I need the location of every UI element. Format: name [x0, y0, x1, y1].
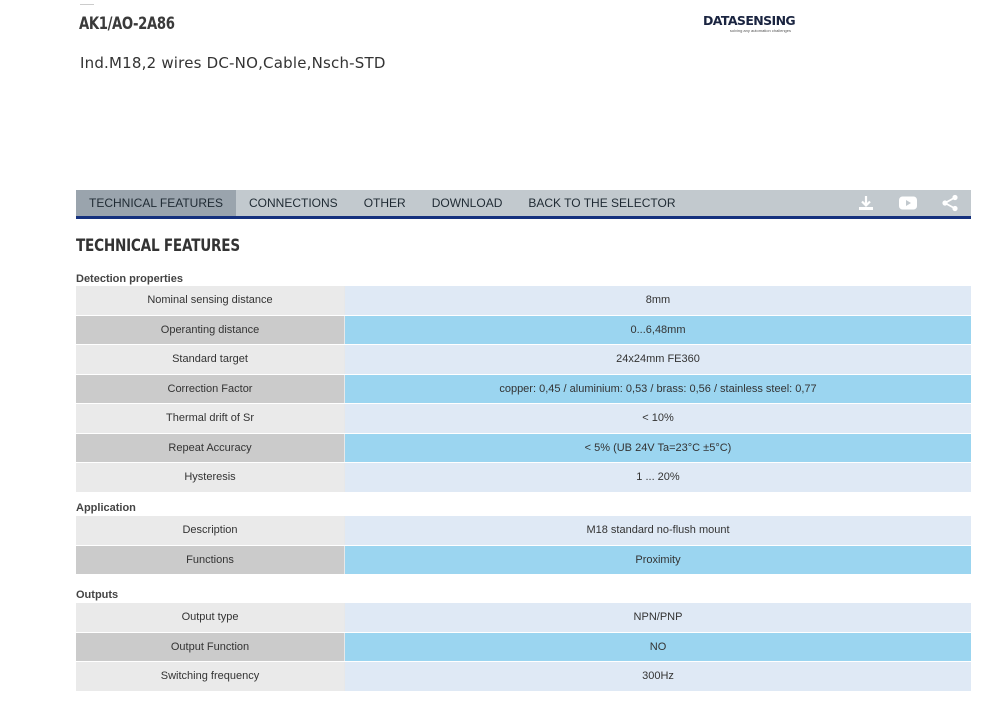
tab-back-to-selector[interactable]: BACK TO THE SELECTOR — [515, 190, 688, 216]
download-icon[interactable] — [845, 190, 887, 216]
table-row: Functions Proximity — [76, 545, 971, 575]
logo-tagline: solving any automation challenges — [729, 28, 791, 33]
spec-value: 1 ... 20% — [344, 462, 971, 493]
group-label-application: Application — [76, 502, 136, 514]
group-label-detection: Detection properties — [76, 273, 183, 285]
brand-logo[interactable]: DATASENSING solving any automation chall… — [703, 14, 798, 36]
spec-value: 0...6,48mm — [344, 315, 971, 345]
table-row: Hysteresis 1 ... 20% — [76, 462, 971, 493]
logo-text: DATASENSING — [703, 13, 796, 28]
spec-value: Proximity — [344, 545, 971, 575]
spec-key: Operanting distance — [76, 315, 345, 345]
tab-download[interactable]: DOWNLOAD — [419, 190, 516, 216]
table-row: Output Function NO — [76, 632, 971, 662]
tab-connections[interactable]: CONNECTIONS — [236, 190, 351, 216]
spec-value: M18 standard no-flush mount — [344, 516, 971, 546]
tab-other[interactable]: OTHER — [351, 190, 419, 216]
table-row: Repeat Accuracy < 5% (UB 24V Ta=23°C ±5°… — [76, 433, 971, 463]
table-row: Output type NPN/PNP — [76, 603, 971, 633]
spec-key: Output Function — [76, 632, 345, 662]
spec-value: < 5% (UB 24V Ta=23°C ±5°C) — [344, 433, 971, 463]
spec-key: Correction Factor — [76, 374, 345, 404]
spec-key: Nominal sensing distance — [76, 286, 345, 316]
product-description: Ind.M18,2 wires DC-NO,Cable,Nsch-STD — [80, 54, 386, 72]
group-label-outputs: Outputs — [76, 589, 119, 601]
spec-key: Functions — [76, 545, 345, 575]
spec-key: Switching frequency — [76, 661, 345, 692]
table-row: Thermal drift of Sr < 10% — [76, 403, 971, 434]
share-icon[interactable] — [929, 190, 971, 216]
product-code: AK1/AO-2A86 — [79, 14, 175, 34]
youtube-icon[interactable] — [887, 190, 929, 216]
spec-key: Hysteresis — [76, 462, 345, 493]
application-table: Description M18 standard no-flush mount … — [76, 516, 971, 575]
tab-technical-features[interactable]: TECHNICAL FEATURES — [76, 190, 237, 216]
spec-key: Repeat Accuracy — [76, 433, 345, 463]
detection-properties-table: Nominal sensing distance 8mm Operanting … — [76, 286, 971, 493]
spec-key: Thermal drift of Sr — [76, 403, 345, 434]
tab-icon-group — [845, 190, 971, 216]
table-row: Correction Factor copper: 0,45 / alumini… — [76, 374, 971, 404]
outputs-table: Output type NPN/PNP Output Function NO S… — [76, 603, 971, 692]
spec-value: 8mm — [344, 286, 971, 316]
spec-key: Standard target — [76, 344, 345, 375]
spec-key: Description — [76, 516, 345, 546]
spec-key: Output type — [76, 603, 345, 633]
section-title: TECHNICAL FEATURES — [76, 236, 240, 256]
top-divider — [80, 4, 94, 5]
spec-value: copper: 0,45 / aluminium: 0,53 / brass: … — [344, 374, 971, 404]
table-row: Switching frequency 300Hz — [76, 661, 971, 692]
spec-value: 24x24mm FE360 — [344, 344, 971, 375]
table-row: Operanting distance 0...6,48mm — [76, 315, 971, 345]
table-row: Description M18 standard no-flush mount — [76, 516, 971, 546]
tab-bar: TECHNICAL FEATURES CONNECTIONS OTHER DOW… — [76, 190, 971, 219]
spec-value: 300Hz — [344, 661, 971, 692]
table-row: Nominal sensing distance 8mm — [76, 286, 971, 316]
spec-value: NPN/PNP — [344, 603, 971, 633]
spec-value: < 10% — [344, 403, 971, 434]
table-row: Standard target 24x24mm FE360 — [76, 344, 971, 375]
spec-value: NO — [344, 632, 971, 662]
